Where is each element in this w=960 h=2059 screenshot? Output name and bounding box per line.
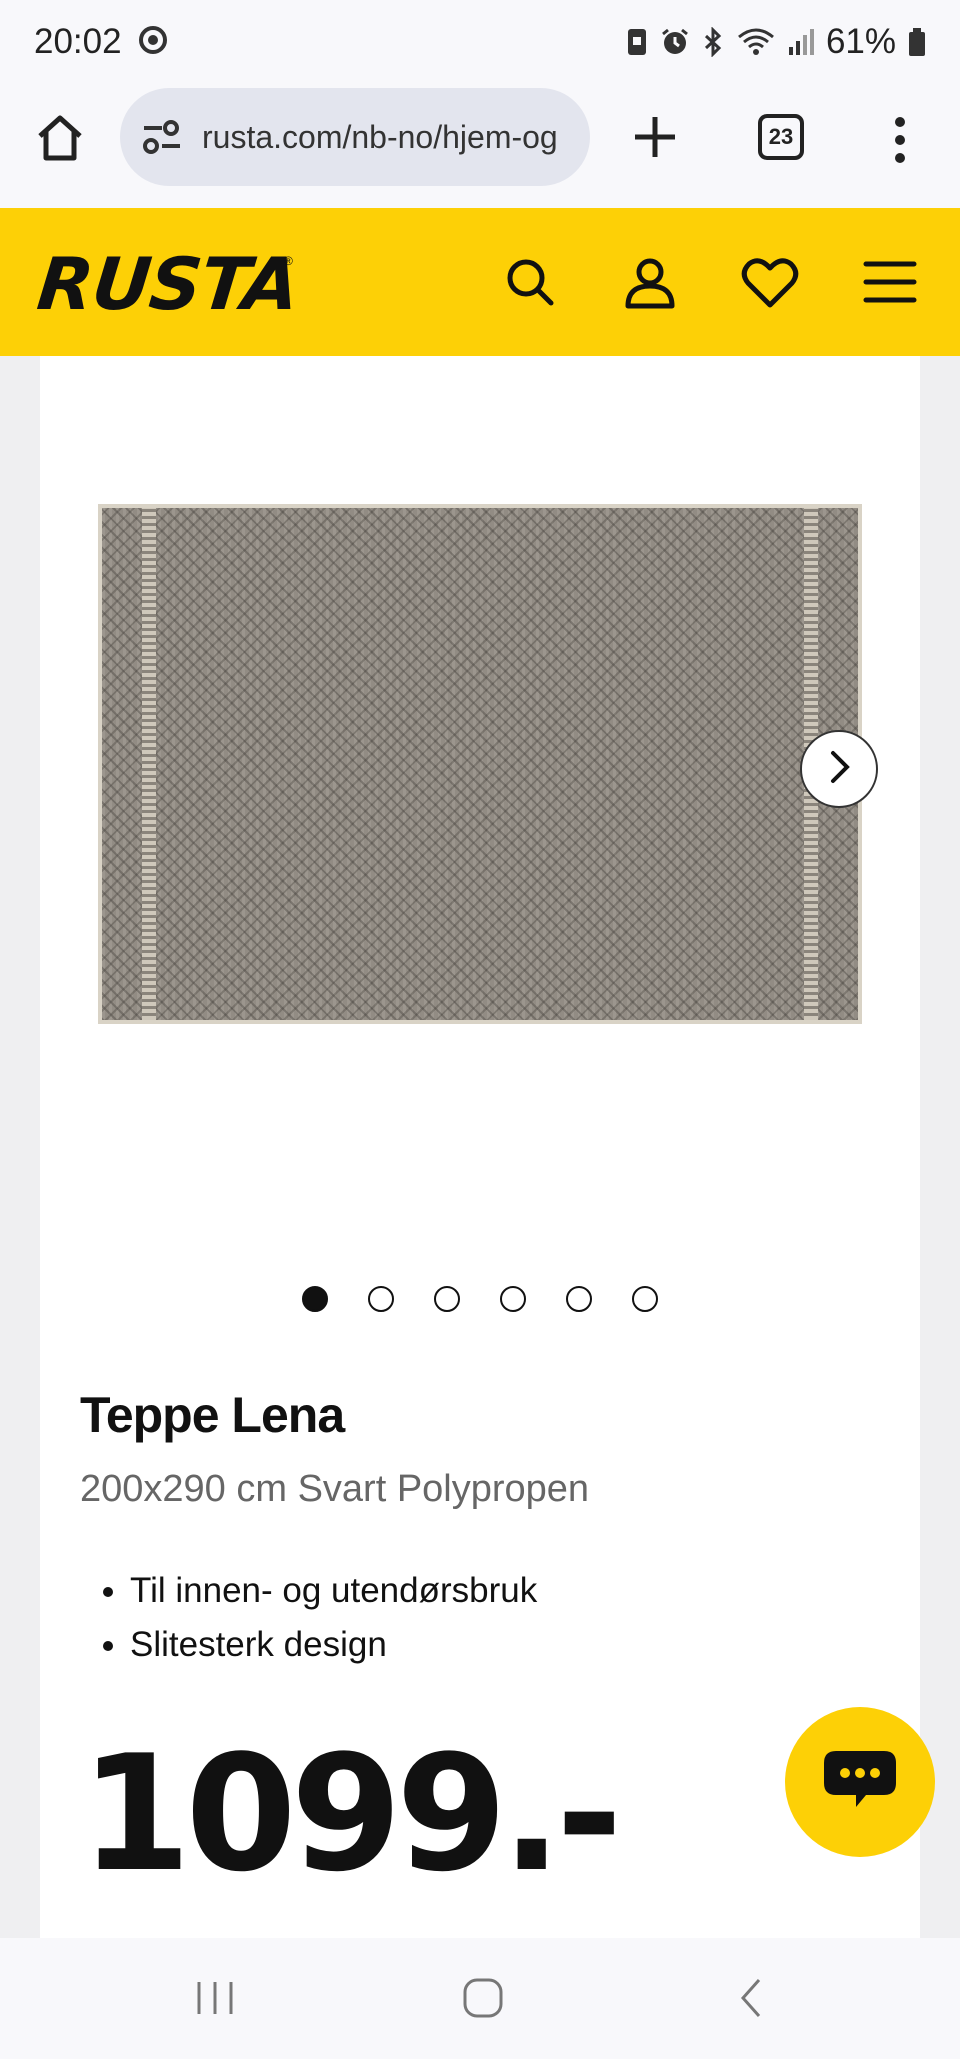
gallery-next-button[interactable]	[800, 730, 878, 808]
product-card: Teppe Lena 200x290 cm Svart Polypropen T…	[40, 356, 920, 1938]
home-icon	[34, 112, 86, 169]
heart-icon[interactable]	[740, 252, 800, 312]
signal-icon	[788, 27, 814, 57]
battery-icon	[908, 27, 926, 57]
gallery-dot[interactable]	[434, 1286, 460, 1312]
product-title: Teppe Lena	[80, 1387, 345, 1443]
feature-item: Slitesterk design	[130, 1618, 537, 1672]
chat-button[interactable]	[785, 1707, 935, 1857]
recents-icon[interactable]	[185, 1968, 245, 2028]
search-icon[interactable]	[500, 252, 560, 312]
alarm-icon	[660, 27, 690, 57]
tab-count: 23	[768, 124, 794, 149]
bluetooth-icon	[702, 27, 724, 57]
rug-border-stripe	[142, 508, 156, 1020]
feature-item: Til innen- og utendørsbruk	[130, 1564, 537, 1618]
tabs-icon[interactable]: 23	[758, 114, 804, 160]
more-vert-icon[interactable]	[880, 110, 920, 170]
gallery-dot[interactable]	[302, 1286, 328, 1312]
gallery-dot[interactable]	[566, 1286, 592, 1312]
battery-text: 61%	[825, 22, 896, 61]
status-bar: 20:02 61%	[0, 0, 960, 84]
gallery-dot[interactable]	[500, 1286, 526, 1312]
chevron-right-icon	[824, 749, 854, 790]
plus-icon	[631, 113, 679, 166]
status-left: 20:02	[34, 22, 168, 62]
rusta-logo[interactable]: RUSTA	[34, 242, 303, 326]
gallery-dots	[40, 1286, 920, 1312]
menu-dot	[895, 153, 905, 163]
product-subtitle: 200x290 cm Svart Polypropen	[80, 1468, 590, 1510]
home-button[interactable]	[30, 110, 90, 170]
status-right: 61%	[626, 22, 926, 62]
new-tab-button[interactable]	[624, 108, 686, 170]
browser-toolbar: rusta.com/nb-no/hjem-og 23	[0, 84, 960, 208]
sim-icon	[626, 27, 648, 57]
site-settings-icon[interactable]	[140, 115, 184, 159]
gallery-dot[interactable]	[368, 1286, 394, 1312]
hamburger-icon[interactable]	[860, 252, 920, 312]
system-nav-bar	[0, 1938, 960, 2059]
wifi-icon	[736, 27, 776, 57]
status-time: 20:02	[34, 22, 122, 61]
menu-dot	[895, 117, 905, 127]
registered-mark: ®	[284, 254, 293, 268]
gallery-dot[interactable]	[632, 1286, 658, 1312]
home-nav-icon[interactable]	[453, 1968, 513, 2028]
product-price: 1099.-	[80, 1720, 622, 1907]
chat-bubble-icon	[820, 1747, 900, 1818]
back-icon[interactable]	[722, 1968, 782, 2028]
chrome-icon	[138, 25, 168, 60]
feature-list: Til innen- og utendørsbruk Slitesterk de…	[130, 1564, 537, 1672]
user-icon[interactable]	[620, 252, 680, 312]
site-header: RUSTA ®	[0, 208, 960, 356]
address-bar[interactable]: rusta.com/nb-no/hjem-og	[120, 88, 590, 186]
url-text: rusta.com/nb-no/hjem-og	[202, 118, 558, 155]
menu-dot	[895, 135, 905, 145]
product-image[interactable]	[98, 504, 862, 1024]
